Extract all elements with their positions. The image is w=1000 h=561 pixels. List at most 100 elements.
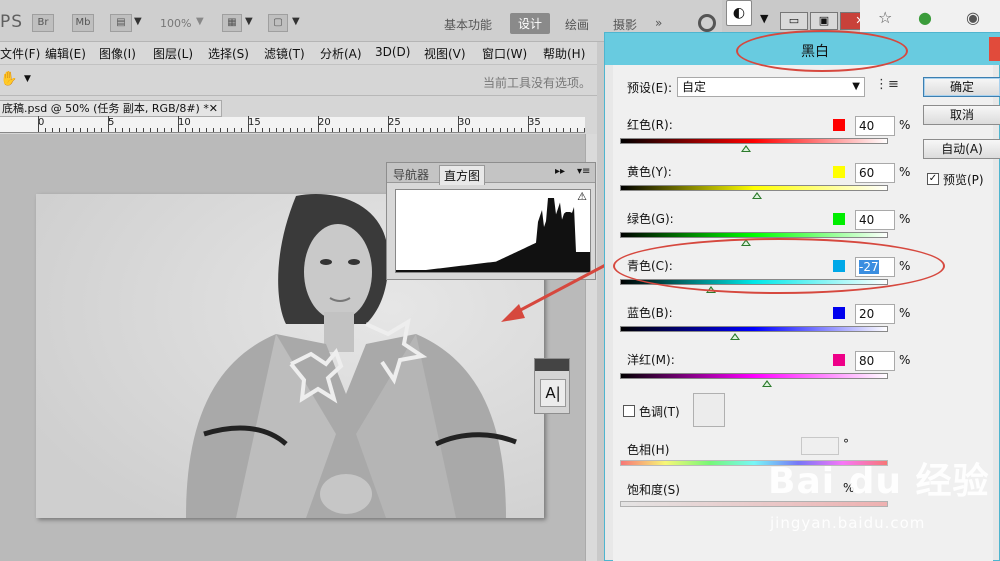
slider-value: 80: [859, 354, 875, 368]
menu-window[interactable]: 窗口(W): [482, 45, 527, 62]
slider-value-input[interactable]: 20: [855, 304, 895, 324]
color-swatch: [833, 119, 845, 131]
workspace-essentials[interactable]: 基本功能: [444, 16, 492, 33]
menu-image[interactable]: 图像(I): [99, 45, 136, 62]
ruler-label: 20: [318, 117, 331, 128]
ruler-tick: [584, 128, 585, 132]
preview-checkbox[interactable]: ✓: [927, 173, 939, 185]
ruler-tick: [129, 128, 130, 132]
menu-help[interactable]: 帮助(H): [543, 45, 585, 62]
app-icon: ◐: [726, 0, 752, 26]
tab-navigator[interactable]: 导航器: [389, 165, 433, 184]
slider-value-input[interactable]: 80: [855, 351, 895, 371]
color-slider-track[interactable]: [620, 138, 888, 144]
preset-select[interactable]: 自定 ▼: [677, 77, 865, 97]
arrange-docs-icon[interactable]: ▦: [222, 14, 242, 32]
bridge-icon[interactable]: Br: [32, 14, 54, 32]
character-panel-button[interactable]: A|: [540, 379, 566, 407]
slider-value-input[interactable]: 40: [855, 210, 895, 230]
ruler-tick: [409, 128, 410, 132]
mini-panel-header[interactable]: [535, 359, 569, 371]
slider-value-input[interactable]: 40: [855, 116, 895, 136]
extension-icon[interactable]: ●: [918, 8, 932, 27]
ruler-tick: [248, 116, 249, 132]
tool-preset-caret-icon[interactable]: ▼: [24, 74, 31, 84]
screen-mode-caret-icon[interactable]: ▼: [292, 16, 300, 27]
ruler-tick: [206, 128, 207, 132]
workspace-more[interactable]: »: [655, 16, 662, 30]
maximize-button[interactable]: ▣: [810, 12, 838, 30]
color-slider-track[interactable]: [620, 326, 888, 332]
menu-select[interactable]: 选择(S): [208, 45, 249, 62]
menu-layer[interactable]: 图层(L): [153, 45, 193, 62]
slider-value: 40: [859, 119, 875, 133]
warning-icon[interactable]: ⚠: [577, 190, 587, 203]
ruler-tick: [577, 128, 578, 132]
workspace-photography[interactable]: 摄影: [613, 16, 637, 33]
workspace-design[interactable]: 设计: [510, 13, 551, 34]
record-icon[interactable]: [698, 14, 716, 32]
browser-toolbar: ☆ ● ◉: [860, 0, 1000, 36]
preset-options-icon[interactable]: ⋮≡: [875, 77, 899, 92]
view-extras-icon[interactable]: ▤: [110, 14, 132, 32]
workspace-painting[interactable]: 绘画: [565, 16, 589, 33]
collapse-icon[interactable]: ▸▸: [555, 166, 565, 177]
menu-analysis[interactable]: 分析(A): [320, 45, 362, 62]
color-slider-track[interactable]: [620, 373, 888, 379]
minibridge-icon[interactable]: Mb: [72, 14, 94, 32]
star-icon[interactable]: ☆: [878, 8, 892, 27]
slider-thumb[interactable]: [751, 192, 762, 199]
menu-view[interactable]: 视图(V): [424, 45, 466, 62]
minimize-button[interactable]: ▭: [780, 12, 808, 30]
color-slider-track[interactable]: [620, 185, 888, 191]
ruler-tick: [73, 128, 74, 132]
slider-thumb[interactable]: [740, 145, 751, 152]
ruler-tick: [444, 128, 445, 132]
ok-button[interactable]: 确定: [923, 77, 1000, 97]
view-extras-caret-icon[interactable]: ▼: [134, 16, 142, 27]
document-close-icon[interactable]: ✕: [209, 101, 218, 116]
screen-mode-icon[interactable]: ▢: [268, 14, 288, 32]
account-icon[interactable]: ◉: [966, 8, 980, 27]
menu-edit[interactable]: 编辑(E): [45, 45, 86, 62]
document-tab[interactable]: 底稿.psd @ 50% (任务 副本, RGB/8#) * ✕: [0, 100, 222, 117]
menu-file[interactable]: 文件(F): [0, 45, 40, 62]
ruler-tick: [430, 128, 431, 132]
color-swatch: [833, 213, 845, 225]
slider-label: 黄色(Y):: [627, 165, 672, 179]
tab-histogram[interactable]: 直方图: [439, 165, 486, 185]
color-slider-track[interactable]: [620, 232, 888, 238]
zoom-level[interactable]: 100%: [160, 17, 191, 30]
baidu-watermark-url: jingyan.baidu.com: [770, 514, 926, 532]
dialog-close-button[interactable]: [989, 37, 1000, 61]
ruler-tick: [115, 128, 116, 132]
ruler-tick: [458, 116, 459, 132]
ruler-tick: [395, 128, 396, 132]
ruler-tick: [108, 116, 109, 132]
ruler-tick: [486, 128, 487, 132]
ruler-tick: [311, 128, 312, 132]
cancel-button[interactable]: 取消: [923, 105, 1000, 125]
ruler-tick: [304, 128, 305, 132]
ruler-tick: [472, 128, 473, 132]
ruler-tick: [150, 128, 151, 132]
auto-button[interactable]: 自动(A): [923, 139, 1000, 159]
app-menu-caret-icon[interactable]: ▼: [760, 12, 768, 25]
ruler-tick: [339, 128, 340, 132]
ruler-tick: [367, 128, 368, 132]
zoom-caret-icon[interactable]: ▼: [196, 16, 204, 27]
tone-color-swatch[interactable]: [693, 393, 725, 427]
menu-filter[interactable]: 滤镜(T): [264, 45, 305, 62]
ruler-tick: [556, 128, 557, 132]
slider-thumb[interactable]: [762, 380, 773, 387]
hand-tool-icon[interactable]: ✋: [0, 71, 17, 87]
arrange-caret-icon[interactable]: ▼: [245, 16, 253, 27]
slider-value-input[interactable]: 60: [855, 163, 895, 183]
panel-menu-icon[interactable]: ▾≡: [577, 166, 590, 177]
slider-thumb[interactable]: [730, 333, 741, 340]
tone-checkbox[interactable]: [623, 405, 635, 417]
ruler-tick: [437, 128, 438, 132]
menu-3d[interactable]: 3D(D): [375, 45, 410, 59]
horizontal-ruler[interactable]: 0 5 10 15 20 25 30 35: [0, 116, 585, 133]
options-message: 当前工具没有选项。: [483, 76, 592, 90]
